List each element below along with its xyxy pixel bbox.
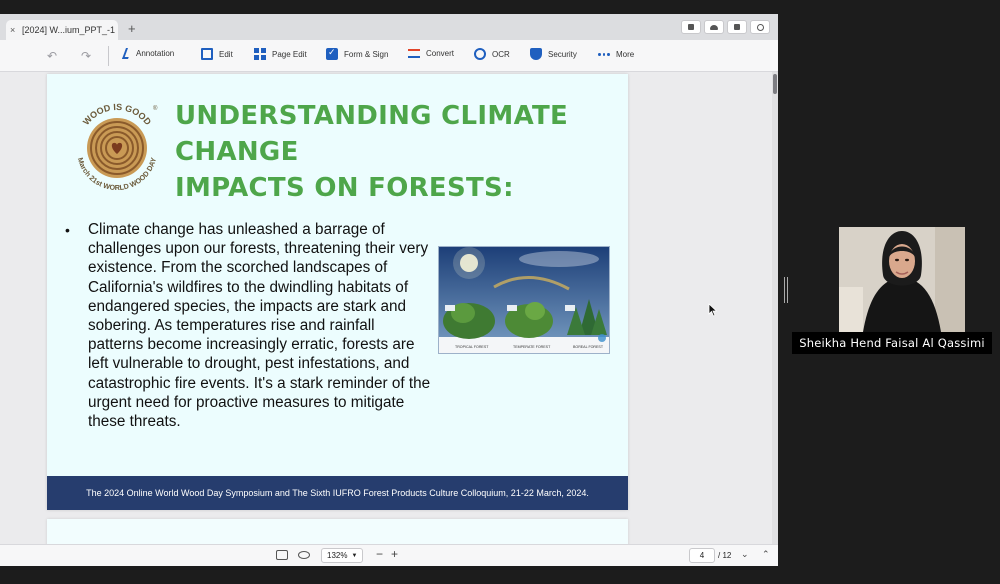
logo-registered-mark: ® — [153, 105, 158, 112]
security-label: Security — [548, 49, 577, 59]
slide-title: UNDERSTANDING CLIMATE CHANGE IMPACTS ON … — [175, 98, 615, 206]
slide-footer: The 2024 Online World Wood Day Symposium… — [47, 476, 628, 510]
main-toolbar: ↶ ↷ Annotation Edit Page Edit Form & Sig… — [0, 40, 778, 72]
scrollbar-thumb[interactable] — [773, 74, 777, 94]
bullet-marker: • — [65, 222, 70, 238]
redo-button[interactable]: ↷ — [81, 49, 91, 63]
photo-label-boreal: BOREAL FOREST — [573, 345, 604, 349]
more-tool[interactable]: More — [598, 48, 634, 60]
page-edit-tool[interactable]: Page Edit — [254, 48, 307, 60]
slide-title-line-2: IMPACTS ON FORESTS: — [175, 173, 514, 203]
convert-label: Convert — [426, 48, 455, 58]
more-icon — [598, 48, 611, 60]
participant-name-label: Sheikha Hend Faisal Al Qassimi — [792, 332, 992, 354]
page-edit-label: Page Edit — [272, 49, 307, 59]
pen-icon — [121, 48, 133, 59]
checkbox-icon — [326, 47, 338, 60]
edit-label: Edit — [219, 49, 233, 59]
photo-label-temperate: TEMPERATE FOREST — [513, 345, 551, 349]
screen: × [2024] W...ium_PPT_-1 + ↶ ↷ Annotation… — [0, 0, 1000, 584]
security-tool[interactable]: Security — [530, 48, 577, 60]
bullet-list: • Climate change has unleashed a barrage… — [65, 220, 433, 431]
more-label: More — [616, 49, 635, 59]
zoom-in-button[interactable]: + — [391, 547, 398, 561]
toolbar-divider — [108, 46, 109, 66]
status-bar: 132% ▼ − + 4 / 12 ⌄ ⌃ — [0, 544, 778, 566]
ocr-tool[interactable]: OCR — [474, 48, 510, 60]
document-tab[interactable]: × [2024] W...ium_PPT_-1 — [6, 20, 118, 40]
participant-video-frame — [839, 227, 965, 332]
chevron-down-icon: ▼ — [351, 552, 358, 559]
forest-types-illustration: TROPICAL FOREST TEMPERATE FOREST BOREAL … — [438, 246, 610, 354]
convert-tool[interactable]: Convert — [408, 48, 454, 58]
zoom-select[interactable]: 132% ▼ — [321, 548, 363, 563]
page-number-input[interactable]: 4 — [689, 548, 715, 563]
zoom-out-button[interactable]: − — [376, 547, 383, 561]
cloud-button[interactable] — [704, 20, 724, 34]
slide-page-4: WOOD IS GOOD March 21st WORLD WOOD DAY ®… — [47, 74, 628, 510]
search-button[interactable] — [750, 20, 770, 34]
page-total: / 12 — [718, 551, 732, 560]
slide-title-line-1: UNDERSTANDING CLIMATE CHANGE — [175, 101, 569, 167]
page-view-icon[interactable] — [276, 550, 288, 560]
edit-tool[interactable]: Edit — [201, 48, 233, 60]
bag-icon — [734, 24, 740, 30]
bag-button[interactable] — [727, 20, 747, 34]
ocr-label: OCR — [492, 49, 510, 59]
undo-button[interactable]: ↶ — [47, 49, 57, 63]
window-buttons — [681, 20, 770, 34]
tab-bar: × [2024] W...ium_PPT_-1 + — [0, 14, 778, 40]
zoom-value: 132% — [327, 551, 348, 560]
pdf-reader-window: × [2024] W...ium_PPT_-1 + ↶ ↷ Annotation… — [0, 14, 778, 566]
wood-is-good-logo: WOOD IS GOOD March 21st WORLD WOOD DAY ® — [76, 102, 158, 192]
previous-page-chevron-icon[interactable]: ⌃ — [762, 549, 770, 560]
document-viewer[interactable]: WOOD IS GOOD March 21st WORLD WOOD DAY ®… — [0, 72, 778, 544]
form-sign-label: Form & Sign — [344, 49, 389, 59]
next-page-chevron-icon[interactable]: ⌄ — [741, 549, 749, 560]
cloud-icon — [710, 24, 718, 30]
vertical-scrollbar[interactable] — [772, 72, 778, 544]
eye-icon[interactable] — [298, 551, 310, 559]
bullet-body-text: Climate change has unleashed a barrage o… — [88, 221, 431, 431]
search-icon — [756, 23, 764, 31]
grid-icon — [254, 48, 266, 60]
slide-page-5-partial — [47, 519, 628, 544]
phone-icon — [688, 24, 694, 30]
shield-icon — [530, 48, 542, 60]
phone-button[interactable] — [681, 20, 701, 34]
tab-close-icon[interactable]: × — [10, 25, 22, 35]
mouse-cursor-icon — [708, 303, 718, 317]
form-sign-tool[interactable]: Form & Sign — [326, 47, 389, 60]
edit-icon — [201, 48, 213, 60]
convert-icon — [408, 49, 420, 58]
ocr-icon — [474, 48, 486, 60]
photo-label-tropical: TROPICAL FOREST — [455, 345, 489, 349]
pane-splitter-handle[interactable] — [784, 277, 788, 303]
annotation-tool[interactable]: Annotation — [121, 48, 175, 59]
participant-video-tile[interactable] — [839, 227, 965, 332]
annotation-label: Annotation — [136, 49, 175, 58]
tab-title: [2024] W...ium_PPT_-1 — [22, 25, 116, 35]
new-tab-button[interactable]: + — [128, 22, 136, 35]
